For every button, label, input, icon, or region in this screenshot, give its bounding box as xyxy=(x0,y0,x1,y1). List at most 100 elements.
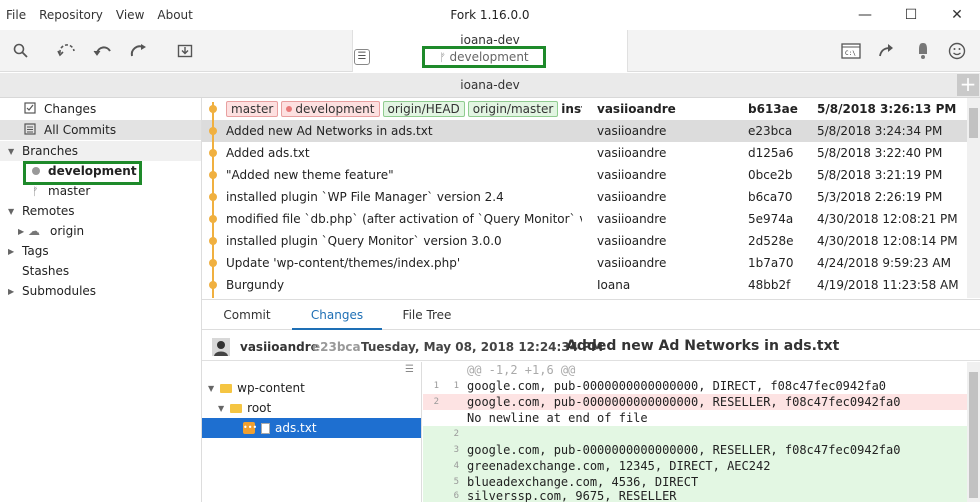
diff-line-text: blueadexchange.com, 4536, DIRECT xyxy=(467,475,699,489)
commit-message-text: installed xyxy=(561,102,582,116)
sidebar-section-submodules[interactable]: ▶ Submodules xyxy=(0,281,201,301)
avatar xyxy=(212,338,230,356)
commit-graph-node xyxy=(209,105,217,113)
push-icon[interactable] xyxy=(126,38,152,64)
commit-row[interactable]: "Added new theme feature" vasiioandre 0b… xyxy=(202,164,968,186)
close-button[interactable]: ✕ xyxy=(934,0,980,30)
commit-row[interactable]: modified file `db.php` (after activation… xyxy=(202,208,968,230)
fetch-icon[interactable] xyxy=(54,38,80,64)
sidebar-item-remote-origin[interactable]: ▶ ☁ origin xyxy=(0,221,201,241)
commit-list-scroll-thumb[interactable] xyxy=(969,108,978,138)
current-branch-selector[interactable]: ᚠ development xyxy=(422,46,546,68)
old-line-number: 1 xyxy=(433,381,439,391)
old-line-number: 2 xyxy=(433,397,439,407)
sidebar-section-stashes[interactable]: Stashes xyxy=(0,261,201,281)
diff-line-text: google.com, pub-0000000000000000, RESELL… xyxy=(467,395,901,409)
chevron-right-icon: ▶ xyxy=(8,286,15,296)
commit-row[interactable]: installed plugin `WP File Manager` versi… xyxy=(202,186,968,208)
menu-file[interactable]: File xyxy=(6,8,26,22)
commit-author: vasiioandre xyxy=(597,146,667,160)
commit-sha: d125a6 xyxy=(748,146,794,160)
commit-date: 5/8/2018 3:22:40 PM xyxy=(817,146,943,160)
sidebar-section-tags[interactable]: ▶ Tags xyxy=(0,241,201,261)
tree-folder-wp-content[interactable]: ▼ wp-content xyxy=(208,378,305,398)
chevron-down-icon: ▼ xyxy=(208,383,215,393)
commit-date: 4/19/2018 11:23:58 AM xyxy=(817,278,959,292)
tree-options-icon[interactable]: ☰ xyxy=(405,364,414,375)
sidebar-item-changes[interactable]: Changes xyxy=(0,99,201,119)
sidebar-item-branch-master[interactable]: ᚠ master xyxy=(0,181,201,201)
menu-view[interactable]: View xyxy=(116,8,144,22)
stash-icon[interactable] xyxy=(172,38,198,64)
diff-scroll-thumb[interactable] xyxy=(969,372,978,498)
commit-author: vasiioandre xyxy=(597,190,667,204)
commit-author: vasiioandre xyxy=(597,234,667,248)
chevron-right-icon: ▶ xyxy=(18,226,25,236)
diff-line-deleted: 2 google.com, pub-0000000000000000, RESE… xyxy=(423,394,967,410)
tab-changes[interactable]: Changes xyxy=(292,300,382,330)
commit-author: vasiioandre xyxy=(597,102,676,116)
sidebar-section-remotes[interactable]: ▼ Remotes xyxy=(0,201,201,221)
commit-date: 5/8/2018 3:26:13 PM xyxy=(817,102,957,116)
commit-date: 4/30/2018 12:08:21 PM xyxy=(817,212,958,226)
sidebar-item-all-commits[interactable]: All Commits xyxy=(0,120,201,140)
minimize-button[interactable]: — xyxy=(842,0,888,30)
sidebar-section-branches[interactable]: ▼ Branches xyxy=(0,141,201,161)
commit-header-sha: e23bca xyxy=(312,340,361,354)
sidebar-toggle-icon[interactable]: ☰ xyxy=(354,49,370,65)
chevron-down-icon: ▼ xyxy=(8,206,15,216)
diff-line-added: 3 google.com, pub-0000000000000000, RESE… xyxy=(423,442,967,458)
tab-file-tree[interactable]: File Tree xyxy=(392,300,462,330)
folder-icon xyxy=(220,383,233,393)
commit-message: "Added new theme feature" xyxy=(226,168,394,182)
add-tab-button[interactable]: + xyxy=(957,74,979,96)
branch-tag-origin-head[interactable]: origin/HEAD xyxy=(382,101,465,117)
tab-ioana-dev[interactable]: ioana-dev xyxy=(0,73,980,98)
search-icon[interactable] xyxy=(8,38,34,64)
diff-line-text: greenadexchange.com, 12345, DIRECT, AEC2… xyxy=(467,459,771,473)
branch-tag-development[interactable]: development xyxy=(281,101,380,117)
share-icon[interactable] xyxy=(874,38,900,64)
sidebar-section-label: Branches xyxy=(22,144,78,158)
chevron-down-icon: ▼ xyxy=(218,403,225,413)
tab-commit[interactable]: Commit xyxy=(212,300,282,330)
commit-row[interactable]: master development origin/HEAD origin/maste… xyxy=(202,98,968,120)
new-line-number: 1 xyxy=(453,381,459,391)
commit-author: vasiioandre xyxy=(597,168,667,182)
menu-about[interactable]: About xyxy=(157,8,192,22)
terminal-icon[interactable]: C:\ xyxy=(838,38,864,64)
diff-line-text: google.com, pub-0000000000000000, RESELL… xyxy=(467,443,901,457)
commit-row[interactable]: Added ads.txt vasiioandre d125a6 5/8/201… xyxy=(202,142,968,164)
commit-graph-node xyxy=(209,259,217,267)
maximize-button[interactable]: ☐ xyxy=(888,0,934,30)
commit-message: Update 'wp-content/themes/index.php' xyxy=(226,256,461,270)
tree-file-ads-txt[interactable]: ••• ads.txt xyxy=(243,418,317,438)
repository-name: ioana-dev xyxy=(460,33,520,47)
commit-row[interactable]: Burgundy Ioana 48bb2f 4/19/2018 11:23:58… xyxy=(202,274,968,296)
tree-item-label: wp-content xyxy=(237,381,305,395)
diff-line-added: 6 silverssp.com, 9675, RESELLER xyxy=(423,490,967,502)
commit-date: 5/8/2018 3:21:19 PM xyxy=(817,168,943,182)
notification-icon[interactable] xyxy=(910,38,936,64)
new-line-number: 2 xyxy=(453,429,459,439)
commit-row[interactable]: Update 'wp-content/themes/index.php' vas… xyxy=(202,252,968,274)
branch-tag-master[interactable]: master xyxy=(226,101,279,117)
commit-message: Added ads.txt xyxy=(226,146,310,160)
pull-icon[interactable] xyxy=(90,38,116,64)
menu-repository[interactable]: Repository xyxy=(39,8,103,22)
tree-item-label: root xyxy=(247,401,272,415)
commit-message: Burgundy xyxy=(226,278,285,292)
new-line-number: 5 xyxy=(453,477,459,487)
feedback-smiley-icon[interactable] xyxy=(944,38,970,64)
commit-author: vasiioandre xyxy=(597,212,667,226)
tree-folder-root[interactable]: ▼ root xyxy=(218,398,271,418)
sidebar-item-label: Changes xyxy=(44,102,97,116)
commit-row[interactable]: installed plugin `Query Monitor` version… xyxy=(202,230,968,252)
branch-icon: ᚠ xyxy=(439,51,450,64)
commit-graph-node xyxy=(209,149,217,157)
branch-tag-origin-master[interactable]: origin/master xyxy=(467,101,559,117)
commit-header-title: Added new Ad Networks in ads.txt xyxy=(566,338,840,354)
commit-sha: b613ae xyxy=(748,102,798,116)
commit-message: modified file `db.php` (after activation… xyxy=(226,212,582,226)
commit-row-selected[interactable]: Added new Ad Networks in ads.txt vasiioa… xyxy=(202,120,968,142)
